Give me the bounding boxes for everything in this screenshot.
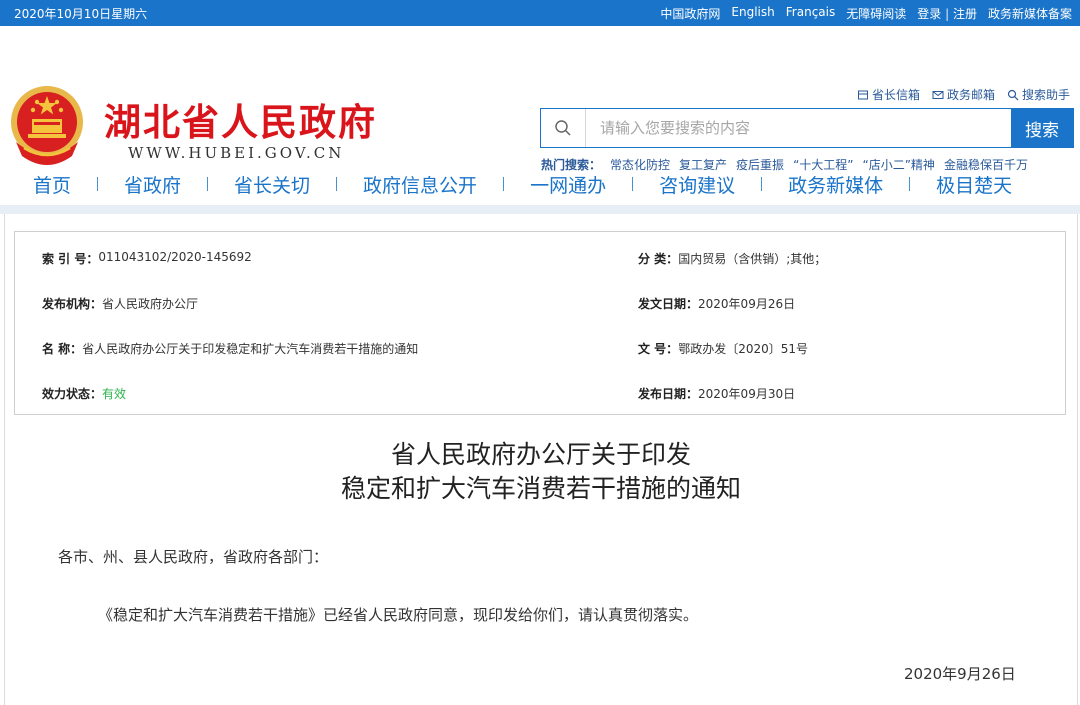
meta-index-label: 索 引 号：	[42, 252, 99, 266]
nav-divider	[632, 177, 634, 191]
nav-home[interactable]: 首页	[33, 171, 71, 198]
meta-status-value: 有效	[102, 387, 127, 401]
nav-divider	[909, 177, 911, 191]
document-date: 2020年9月26日	[904, 665, 1016, 683]
link-gov-cn[interactable]: 中国政府网	[660, 5, 720, 22]
header-tools: 省长信箱 政务邮箱 搜索助手	[857, 86, 1070, 103]
nav-divider	[97, 177, 99, 191]
meta-publish-date-label: 发布日期：	[638, 387, 699, 401]
login-divider: |	[945, 6, 950, 21]
nav-divider	[207, 177, 209, 191]
link-media-registry[interactable]: 政务新媒体备案	[988, 5, 1072, 22]
meta-doc-number-value: 鄂政办发〔2020〕51号	[678, 342, 808, 356]
nav-consult[interactable]: 咨询建议	[659, 171, 735, 198]
nav-gov-info[interactable]: 政府信息公开	[363, 171, 477, 198]
meta-status: 效力状态： 有效	[42, 385, 126, 402]
gov-email-label: 政务邮箱	[946, 88, 995, 102]
article-content: 索 引 号： 011043102/2020-145692 分 类： 国内贸易（含…	[4, 214, 1078, 705]
search-button[interactable]: 搜索	[1011, 109, 1073, 147]
governor-mailbox-label: 省长信箱	[871, 88, 920, 102]
site-header: 湖北省人民政府 WWW.HUBEI.GOV.CN 省长信箱 政务邮箱 搜索助手 …	[0, 26, 1080, 172]
search-box: 搜索	[540, 108, 1074, 148]
meta-name-value: 省人民政府办公厅关于印发稳定和扩大汽车消费若干措施的通知	[82, 342, 419, 356]
nav-underline	[0, 205, 1080, 214]
envelope-icon	[932, 90, 944, 99]
document-title: 省人民政府办公厅关于印发 稳定和扩大汽车消费若干措施的通知	[5, 438, 1077, 506]
meta-org: 发布机构： 省人民政府办公厅	[42, 295, 198, 312]
meta-index-value: 011043102/2020-145692	[98, 250, 252, 264]
link-accessibility[interactable]: 无障碍阅读	[846, 5, 906, 22]
nav-divider	[761, 177, 763, 191]
national-emblem-icon[interactable]	[6, 82, 88, 170]
nav-one-stop[interactable]: 一网通办	[530, 171, 606, 198]
document-title-line2: 稳定和扩大汽车消费若干措施的通知	[340, 474, 741, 503]
nav-new-media[interactable]: 政务新媒体	[788, 171, 883, 198]
meta-name-label: 名 称：	[42, 342, 83, 356]
meta-publish-date-value: 2020年09月30日	[698, 387, 796, 401]
search-input[interactable]	[586, 109, 1011, 147]
site-title[interactable]: 湖北省人民政府	[104, 92, 377, 146]
meta-org-label: 发布机构：	[42, 297, 103, 311]
nav-provincial-gov[interactable]: 省政府	[124, 171, 181, 198]
meta-status-label: 效力状态：	[42, 387, 103, 401]
meta-category: 分 类： 国内贸易（含供销）;其他；	[638, 250, 826, 267]
top-bar: 2020年10月10日星期六 中国政府网 English Français 无障…	[0, 0, 1080, 26]
governor-mailbox-link[interactable]: 省长信箱	[857, 86, 920, 103]
search-assistant-label: 搜索助手	[1021, 88, 1070, 102]
site-url: WWW.HUBEI.GOV.CN	[128, 144, 345, 162]
link-english[interactable]: English	[731, 5, 774, 22]
meta-index: 索 引 号： 011043102/2020-145692	[42, 250, 252, 267]
document-metadata: 索 引 号： 011043102/2020-145692 分 类： 国内贸易（含…	[14, 231, 1066, 415]
register-link[interactable]: 注册	[953, 7, 977, 21]
top-links: 中国政府网 English Français 无障碍阅读 登录 | 注册 政务新…	[660, 5, 1072, 22]
nav-divider	[336, 177, 338, 191]
meta-doc-number-label: 文 号：	[638, 342, 679, 356]
meta-issue-date-label: 发文日期：	[638, 297, 699, 311]
main-nav: 首页 省政府 省长关切 政府信息公开 一网通办 咨询建议 政务新媒体 极目楚天	[0, 170, 1080, 198]
current-date: 2020年10月10日星期六	[14, 6, 148, 21]
link-francais[interactable]: Français	[786, 5, 835, 22]
search-icon	[541, 109, 586, 147]
meta-issue-date: 发文日期： 2020年09月26日	[638, 295, 795, 312]
search-assistant-link[interactable]: 搜索助手	[1007, 86, 1070, 103]
document-body: 《稳定和扩大汽车消费若干措施》已经省人民政府同意，现印发给你们，请认真贯彻落实。	[98, 606, 699, 624]
nav-governor-concerns[interactable]: 省长关切	[234, 171, 310, 198]
nav-divider	[503, 177, 505, 191]
meta-publish-date: 发布日期： 2020年09月30日	[638, 385, 795, 402]
meta-doc-number: 文 号： 鄂政办发〔2020〕51号	[638, 340, 808, 357]
meta-category-label: 分 类：	[638, 252, 679, 266]
nav-jimu-chutian[interactable]: 极目楚天	[936, 171, 1012, 198]
meta-issue-date-value: 2020年09月26日	[698, 297, 796, 311]
meta-org-value: 省人民政府办公厅	[102, 297, 199, 311]
meta-category-value: 国内贸易（含供销）;其他；	[678, 252, 827, 266]
magnifier-icon	[1007, 89, 1019, 100]
mailbox-icon	[857, 90, 868, 99]
meta-name: 名 称： 省人民政府办公厅关于印发稳定和扩大汽车消费若干措施的通知	[42, 340, 418, 357]
gov-email-link[interactable]: 政务邮箱	[932, 86, 995, 103]
document-salutation: 各市、州、县人民政府，省政府各部门：	[58, 548, 329, 566]
document-title-line1: 省人民政府办公厅关于印发	[390, 440, 691, 469]
login-link[interactable]: 登录	[917, 7, 941, 21]
